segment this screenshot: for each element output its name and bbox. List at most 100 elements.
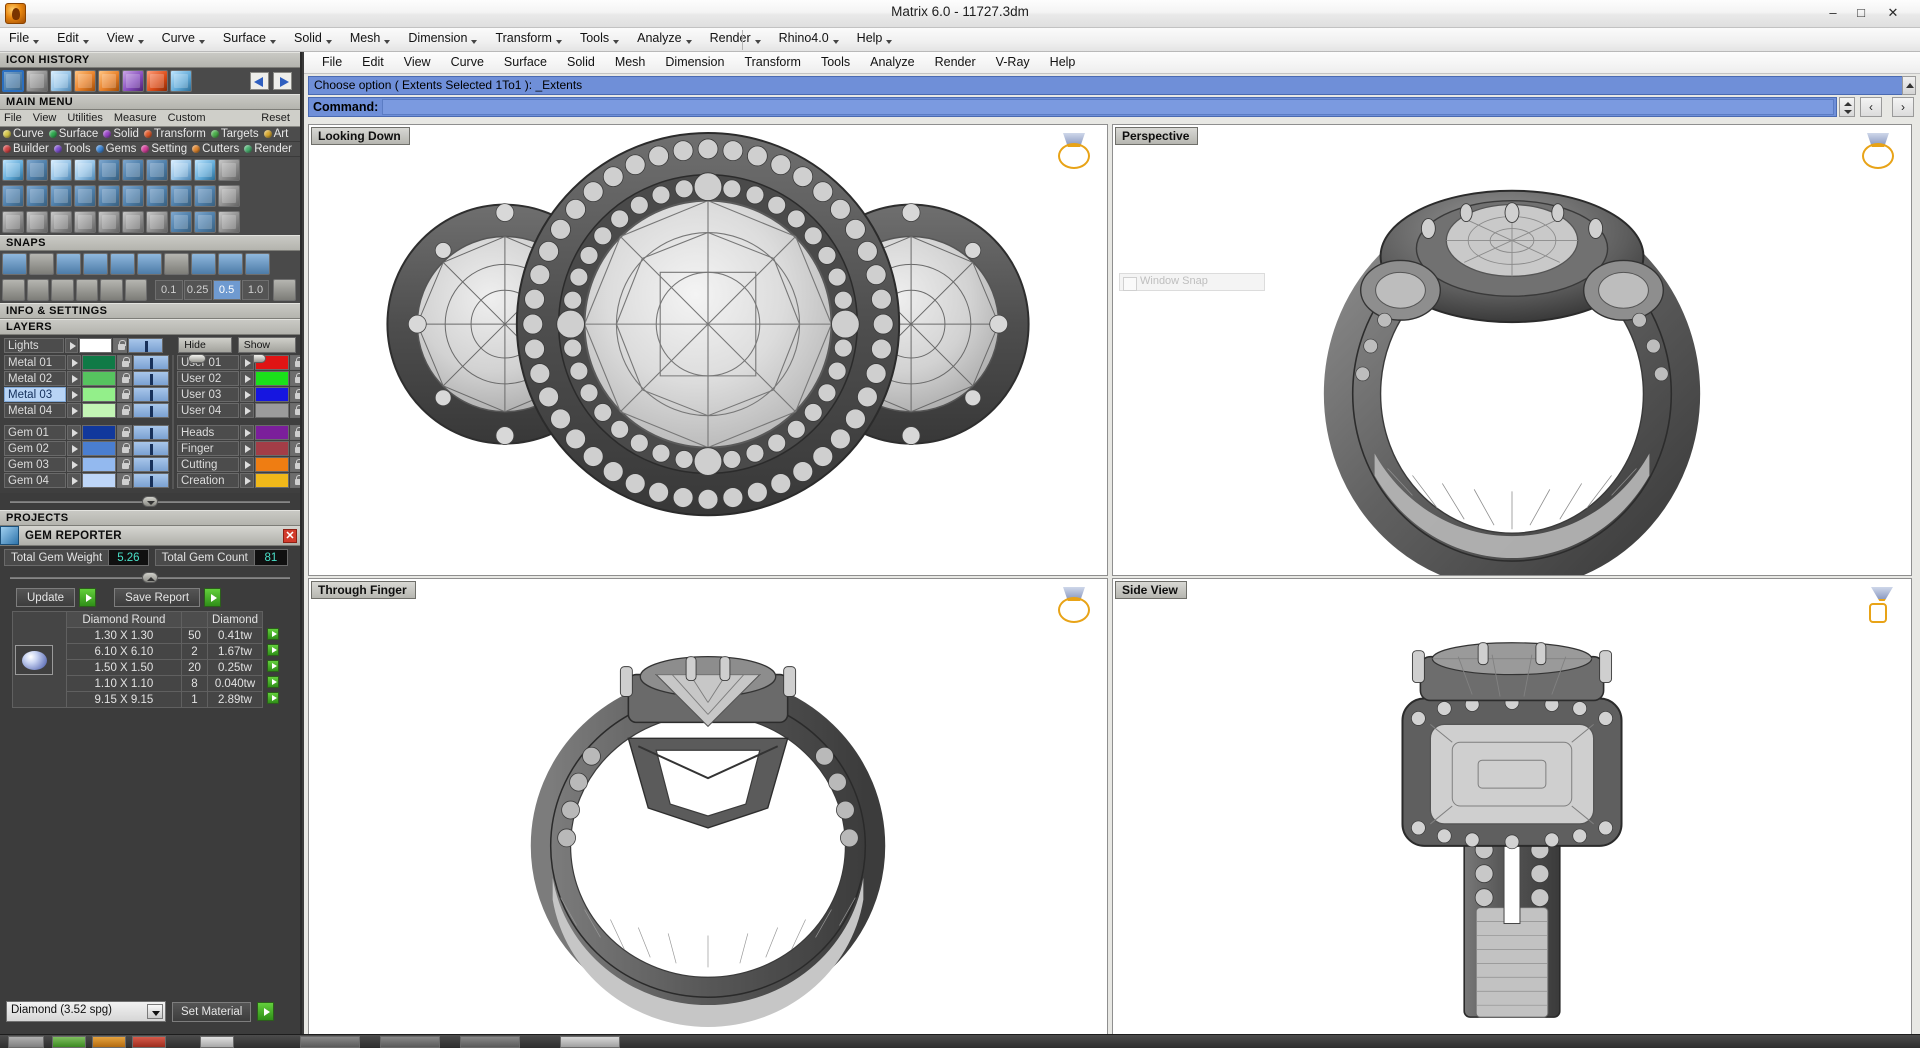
lock-icon[interactable]: [290, 355, 302, 370]
command-history-scrollbar[interactable]: [1902, 76, 1916, 95]
viewport-label[interactable]: Through Finger: [311, 581, 416, 599]
taper-gem-icon[interactable]: [74, 159, 96, 181]
layer-color-swatch[interactable]: [82, 403, 116, 418]
viewport-through-finger[interactable]: Through Finger: [308, 578, 1108, 1044]
layer-row[interactable]: Metal 02: [4, 371, 169, 386]
cube-copy-icon[interactable]: [2, 211, 24, 233]
circle-gem-icon[interactable]: [146, 159, 168, 181]
save-disk-icon[interactable]: [50, 70, 72, 92]
lock-icon[interactable]: [290, 403, 302, 418]
chevron-up-icon[interactable]: [142, 572, 158, 583]
sphere-gizmo-icon[interactable]: [2, 185, 24, 207]
snap-line-icon[interactable]: [51, 279, 74, 301]
category-curve[interactable]: Curve: [3, 128, 44, 140]
snap-value-0-1[interactable]: 0.1: [155, 280, 183, 300]
material-select[interactable]: Diamond (3.52 spg): [6, 1001, 166, 1022]
lock-icon[interactable]: [290, 371, 302, 386]
layer-color-swatch[interactable]: [82, 425, 116, 440]
update-go-icon[interactable]: [79, 588, 96, 607]
main-menu-measure[interactable]: Measure: [114, 112, 157, 124]
layer-visibility-toggle[interactable]: [128, 338, 163, 353]
layer-expand-icon[interactable]: [67, 425, 81, 440]
maximize-button[interactable]: □: [1848, 2, 1874, 24]
layer-expand-icon[interactable]: [240, 441, 254, 456]
category-builder[interactable]: Builder: [3, 143, 49, 155]
layer-expand-icon[interactable]: [67, 355, 81, 370]
report-grid-icon[interactable]: [74, 185, 96, 207]
layer-row[interactable]: Gem 02: [4, 441, 169, 456]
layer-expand-icon[interactable]: [67, 441, 81, 456]
rhino-menu-dimension[interactable]: Dimension: [655, 52, 734, 72]
set-material-button[interactable]: Set Material: [172, 1002, 251, 1022]
lock-icon[interactable]: [117, 371, 132, 386]
layer-expand-icon[interactable]: [240, 371, 254, 386]
rotate-axis-icon[interactable]: [122, 211, 144, 233]
rhino-menu-transform[interactable]: Transform: [734, 52, 811, 72]
save-report-button[interactable]: Save Report: [114, 588, 200, 607]
shank-swirl-icon[interactable]: [98, 70, 120, 92]
gem-report-icon[interactable]: [2, 70, 24, 92]
rhino-menu-surface[interactable]: Surface: [494, 52, 557, 72]
layer-expand-icon[interactable]: [240, 457, 254, 472]
viewport-perspective[interactable]: Perspective Window Snap: [1112, 124, 1912, 576]
explode-icon[interactable]: [146, 211, 168, 233]
matrix-menu-dimension[interactable]: Dimension: [399, 28, 486, 48]
layer-name-lights[interactable]: Lights: [4, 338, 64, 353]
close-icon[interactable]: ✕: [283, 529, 297, 543]
viewport-looking-down[interactable]: Looking Down: [308, 124, 1108, 576]
layer-name-user-03[interactable]: User 03: [177, 387, 239, 402]
layer-expand-icon[interactable]: [67, 371, 81, 386]
matrix-menu-solid[interactable]: Solid: [285, 28, 341, 48]
layers-collapse-divider[interactable]: [0, 496, 300, 507]
lock-icon[interactable]: [290, 441, 302, 456]
gem-top-view-gizmo-icon[interactable]: [1055, 133, 1097, 175]
command-spinner[interactable]: [1839, 97, 1855, 117]
lock-icon[interactable]: [117, 355, 132, 370]
row-detail-icon[interactable]: [267, 644, 279, 656]
lock-icon[interactable]: [117, 403, 132, 418]
row-detail-icon[interactable]: [267, 692, 279, 704]
layer-name-finger[interactable]: Finger: [177, 441, 239, 456]
snap-point-icon[interactable]: [56, 253, 81, 275]
layer-name-cutting[interactable]: Cutting: [177, 457, 239, 472]
layer-row[interactable]: Cutting: [177, 457, 302, 472]
layer-name-user-02[interactable]: User 02: [177, 371, 239, 386]
matrix-menu-analyze[interactable]: Analyze: [628, 28, 700, 48]
arc-rotate-icon[interactable]: [26, 211, 48, 233]
hide-button[interactable]: Hide: [178, 337, 232, 353]
lock-icon[interactable]: [290, 387, 302, 402]
layer-name-heads[interactable]: Heads: [177, 425, 239, 440]
snap-angle-45-icon[interactable]: [76, 279, 99, 301]
rhino-menu-view[interactable]: View: [394, 52, 441, 72]
set-material-go-icon[interactable]: [257, 1002, 274, 1021]
layer-visibility-toggle[interactable]: [133, 425, 169, 440]
layer-row[interactable]: Gem 01: [4, 425, 169, 440]
move-icon[interactable]: [98, 211, 120, 233]
layer-color-swatch[interactable]: [82, 473, 116, 488]
minimize-button[interactable]: –: [1820, 2, 1846, 24]
gem-plate-icon[interactable]: [170, 159, 192, 181]
layer-visibility-toggle[interactable]: [133, 387, 169, 402]
snap-object-icon[interactable]: [27, 279, 50, 301]
layer-expand-icon[interactable]: [67, 473, 81, 488]
chevron-down-icon[interactable]: [142, 496, 158, 507]
misc-gem-icon[interactable]: [218, 185, 240, 207]
curve-gem-icon[interactable]: [122, 159, 144, 181]
layer-name-metal-03[interactable]: Metal 03: [4, 387, 66, 402]
cluster-pave-icon[interactable]: [122, 185, 144, 207]
category-solid[interactable]: Solid: [103, 128, 139, 140]
viewport-label[interactable]: Perspective: [1115, 127, 1198, 145]
layer-visibility-toggle[interactable]: [133, 473, 169, 488]
matrix-menu-tools[interactable]: Tools: [571, 28, 628, 48]
snap-knot-icon[interactable]: [164, 253, 189, 275]
layer-name-gem-04[interactable]: Gem 04: [4, 473, 66, 488]
lock-icon[interactable]: [117, 387, 132, 402]
layer-color-swatch[interactable]: [255, 425, 289, 440]
category-art[interactable]: Art: [264, 128, 289, 140]
forward-arrow-icon[interactable]: [273, 72, 292, 90]
matrix-menu-mesh[interactable]: Mesh: [341, 28, 400, 48]
square-halo-icon[interactable]: [26, 185, 48, 207]
command-line[interactable]: Command:: [308, 97, 1837, 117]
layer-expand-icon[interactable]: [65, 338, 79, 353]
command-prev-button[interactable]: ‹: [1860, 97, 1882, 117]
